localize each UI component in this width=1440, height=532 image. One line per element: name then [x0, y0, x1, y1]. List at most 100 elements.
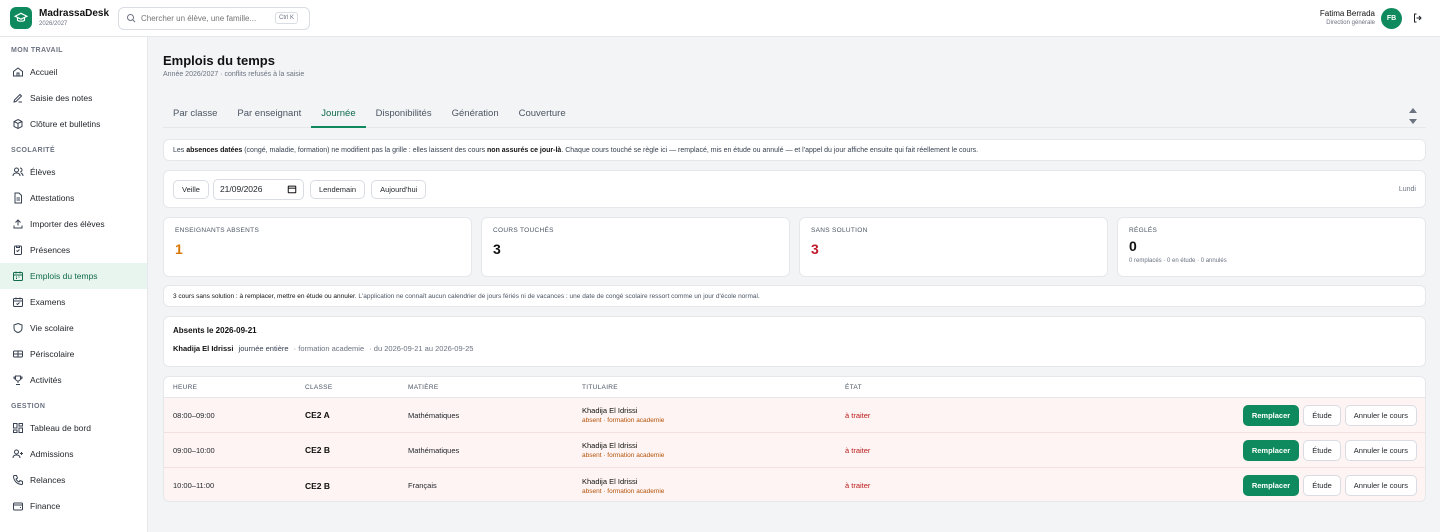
logout-icon[interactable]: [1412, 12, 1424, 24]
wallet-icon: [12, 500, 24, 512]
sidebar-item-attestations[interactable]: Attestations: [0, 185, 147, 211]
sidebar-item-tableau-de-bord[interactable]: Tableau de bord: [0, 415, 147, 441]
tab-scroll-arrows[interactable]: [1408, 105, 1418, 127]
next-day-button[interactable]: Lendemain: [309, 179, 366, 199]
sidebar-item-admissions[interactable]: Admissions: [0, 441, 147, 467]
study-button[interactable]: Étude: [1303, 404, 1341, 426]
tab-par-classe[interactable]: Par classe: [163, 102, 227, 128]
trophy-icon: [12, 374, 24, 386]
sidebar-item-cloture-bulletins[interactable]: Clôture et bulletins: [0, 111, 147, 137]
tab-disponibilites[interactable]: Disponibilités: [366, 102, 442, 128]
home-icon: [12, 66, 24, 78]
replace-button[interactable]: Remplacer: [1242, 404, 1300, 426]
cell-classe: CE2 B: [305, 445, 331, 455]
col-titulaire: TITULAIRE: [582, 383, 618, 391]
stat-value: 3: [493, 241, 501, 257]
day-of-week: Lundi: [1398, 185, 1416, 193]
sidebar-item-label: Saisie des notes: [30, 93, 93, 103]
cell-classe: CE2 B: [305, 480, 331, 491]
notice-bold: absences datées: [186, 147, 243, 154]
cancel-course-button[interactable]: Annuler le cours: [1344, 439, 1417, 461]
affected-courses-table: HEURE CLASSE MATIÈRE TITULAIRE ÉTAT 08:0…: [163, 376, 1426, 502]
sidebar-item-saisie-notes[interactable]: Saisie des notes: [0, 85, 147, 111]
sidebar-item-examens[interactable]: Examens: [0, 289, 147, 315]
box-icon: [12, 118, 24, 130]
study-button[interactable]: Étude: [1303, 475, 1341, 496]
app-name: MadrassaDesk: [39, 8, 110, 19]
cancel-course-button[interactable]: Annuler le cours: [1344, 404, 1417, 426]
titulaire-status: absent · formation academie: [582, 452, 665, 459]
sidebar-item-accueil[interactable]: Accueil: [0, 59, 147, 85]
absent-entry: Khadija El Idrissi journée entière · for…: [173, 344, 1416, 353]
user-name: Fatima Berrada: [1319, 9, 1375, 18]
cell-titulaire: Khadija El Idrissi absent · formation ac…: [582, 406, 845, 424]
stat-value: 1: [175, 241, 183, 257]
sidebar-item-label: Importer des élèves: [30, 219, 105, 229]
avatar[interactable]: FB: [1381, 7, 1402, 29]
table-row: 09:00–10:00 CE2 B Mathématiques Khadija …: [164, 433, 1425, 468]
sidebar-item-eleves[interactable]: Élèves: [0, 159, 147, 185]
clipboard-icon: [12, 244, 24, 256]
cell-titulaire: Khadija El Idrissi absent · formation ac…: [582, 441, 845, 459]
notice-text: (congé, maladie, formation) ne modifient…: [242, 147, 488, 154]
main-content: Emplois du temps Année 2026/2027 · confl…: [148, 37, 1440, 532]
scroll-down-icon: [1409, 119, 1417, 124]
calendar-picker-icon[interactable]: [287, 184, 297, 194]
tab-journee[interactable]: Journée: [311, 102, 366, 128]
sidebar-item-activites[interactable]: Activités: [0, 367, 147, 393]
sidebar-item-periscolaire[interactable]: Périscolaire: [0, 341, 147, 367]
pen-icon: [12, 92, 24, 104]
stat-value: 0: [1129, 238, 1137, 254]
notice-bold: non assurés ce jour-là: [487, 147, 562, 154]
sidebar-item-vie-scolaire[interactable]: Vie scolaire: [0, 315, 147, 341]
page-title: Emplois du temps: [163, 53, 275, 68]
sidebar-item-label: Accueil: [30, 67, 58, 77]
cell-etat: à traiter: [845, 445, 871, 455]
sidebar-item-finance[interactable]: Finance: [0, 493, 147, 519]
col-matiere: MATIÈRE: [408, 383, 439, 391]
tab-couverture[interactable]: Couverture: [509, 102, 576, 128]
stat-label: RÉGLÉS: [1129, 227, 1158, 234]
row-actions: Remplacer Étude Annuler le cours: [1045, 475, 1425, 496]
titulaire-status: absent · formation academie: [582, 417, 665, 424]
exam-icon: [12, 296, 24, 308]
date-input[interactable]: 21/09/2026: [212, 178, 304, 200]
upload-icon: [12, 218, 24, 230]
cell-classe: CE2 A: [305, 410, 330, 420]
sidebar-item-label: Activités: [30, 375, 62, 385]
absents-panel: Absents le 2026-09-21 Khadija El Idrissi…: [163, 316, 1426, 367]
search-input[interactable]: [141, 13, 275, 23]
sidebar-item-relances[interactable]: Relances: [0, 467, 147, 493]
stat-label: ENSEIGNANTS ABSENTS: [175, 227, 260, 234]
cell-heure: 09:00–10:00: [173, 445, 215, 455]
today-button[interactable]: Aujourd'hui: [371, 179, 427, 199]
col-classe: CLASSE: [305, 383, 333, 391]
brand[interactable]: MadrassaDesk 2026/2027: [0, 7, 110, 29]
cell-matiere: Mathématiques: [408, 445, 460, 455]
col-etat: ÉTAT: [845, 383, 862, 391]
sidebar-item-label: Clôture et bulletins: [30, 119, 101, 129]
user-plus-icon: [12, 448, 24, 460]
shield-icon: [12, 322, 24, 334]
tab-par-enseignant[interactable]: Par enseignant: [227, 102, 311, 128]
cancel-course-button[interactable]: Annuler le cours: [1344, 475, 1417, 496]
sidebar-item-label: Emplois du temps: [30, 271, 98, 281]
titulaire-name: Khadija El Idrissi: [582, 476, 638, 486]
search-icon: [125, 12, 137, 24]
previous-day-button[interactable]: Veille: [173, 179, 209, 199]
user-role: Direction générale: [1326, 20, 1375, 26]
study-button[interactable]: Étude: [1303, 439, 1341, 461]
sidebar-item-label: Admissions: [30, 449, 74, 459]
notice-text: Les: [173, 147, 187, 154]
replace-button[interactable]: Remplacer: [1242, 439, 1300, 461]
sidebar-item-emplois-du-temps[interactable]: Emplois du temps: [0, 263, 147, 289]
replace-button[interactable]: Remplacer: [1242, 475, 1300, 496]
search-box[interactable]: Ctrl K: [118, 6, 310, 30]
tab-generation[interactable]: Génération: [442, 102, 509, 128]
scroll-up-icon: [1409, 108, 1417, 113]
unresolved-info: 3 cours sans solution : à remplacer, met…: [163, 285, 1426, 307]
stat-label: SANS SOLUTION: [811, 227, 868, 234]
sidebar-item-presences[interactable]: Présences: [0, 237, 147, 263]
ticket-icon: [12, 348, 24, 360]
sidebar-item-importer-eleves[interactable]: Importer des élèves: [0, 211, 147, 237]
